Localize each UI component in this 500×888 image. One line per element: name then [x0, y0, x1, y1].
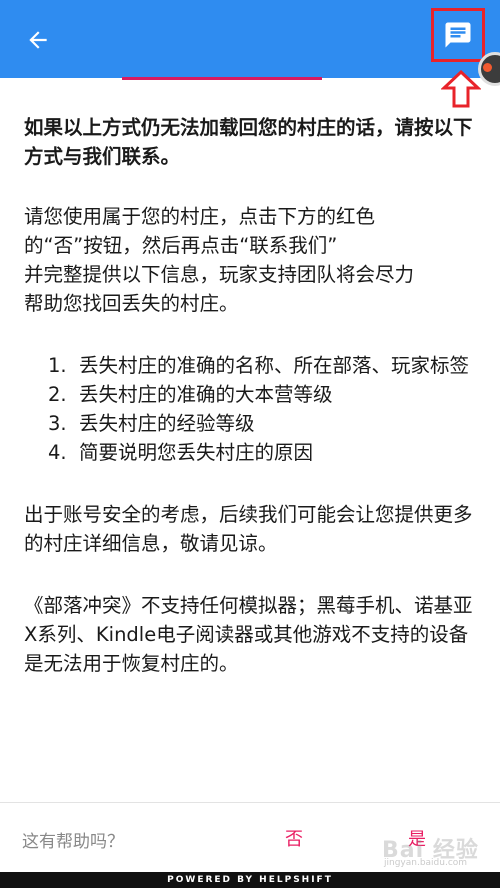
- device-note: 《部落冲突》不支持任何模拟器；黑莓手机、诺基亚X系列、Kindle电子阅读器或其…: [24, 594, 473, 675]
- floating-badge: [478, 52, 500, 86]
- list-number: 3.: [48, 412, 67, 435]
- feedback-question: 这有帮助吗？: [22, 832, 124, 852]
- arrow-left-icon: [29, 31, 47, 49]
- up-arrow-annotation-icon: [441, 69, 481, 108]
- chat-message-icon: [445, 22, 471, 48]
- list-text: 丢失村庄的准确的大本营等级: [79, 383, 333, 406]
- list-number: 4.: [48, 441, 67, 464]
- security-note: 出于账号安全的考虑，后续我们可能会让您提供更多的村庄详细信息，敬请见谅。: [24, 503, 473, 555]
- contact-message-button[interactable]: [431, 8, 485, 62]
- powered-by-footer: POWERED BY HELPSHIFT: [0, 872, 500, 888]
- list-text: 丢失村庄的准确的名称、所在部落、玩家标签: [79, 354, 470, 377]
- heading-text: 如果以上方式仍无法加载回您的村庄的话，请按以下方式与我们联系。: [24, 116, 473, 168]
- list-item: 3. 丢失村庄的经验等级: [24, 409, 480, 438]
- instruction-line: 的“否”按钮，然后再点击“联系我们”: [24, 234, 338, 257]
- app-bar: [0, 0, 500, 78]
- list-item: 4. 简要说明您丢失村庄的原因: [24, 438, 480, 467]
- list-item: 1. 丢失村庄的准确的名称、所在部落、玩家标签: [24, 351, 480, 380]
- article-content: 如果以上方式仍无法加载回您的村庄的话，请按以下方式与我们联系。 请您使用属于您的…: [24, 113, 480, 678]
- back-button[interactable]: [18, 20, 58, 60]
- list-text: 简要说明您丢失村庄的原因: [79, 441, 314, 464]
- watermark-url: jingyan.baidu.com: [384, 858, 468, 868]
- no-button[interactable]: 否: [285, 825, 303, 851]
- list-text: 丢失村庄的经验等级: [79, 412, 255, 435]
- list-number: 1.: [48, 354, 67, 377]
- list-item: 2. 丢失村庄的准确的大本营等级: [24, 380, 480, 409]
- instructions-paragraph: 请您使用属于您的村庄，点击下方的红色 的“否”按钮，然后再点击“联系我们” 并完…: [24, 202, 480, 318]
- instruction-line: 并完整提供以下信息，玩家支持团队将会尽力: [24, 263, 415, 286]
- instruction-line: 请您使用属于您的村庄，点击下方的红色: [24, 205, 376, 228]
- info-list: 1. 丢失村庄的准确的名称、所在部落、玩家标签 2. 丢失村庄的准确的大本营等级…: [24, 351, 480, 467]
- instruction-line: 帮助您找回丢失的村庄。: [24, 292, 239, 315]
- scroll-indicator: [122, 77, 322, 80]
- list-number: 2.: [48, 383, 67, 406]
